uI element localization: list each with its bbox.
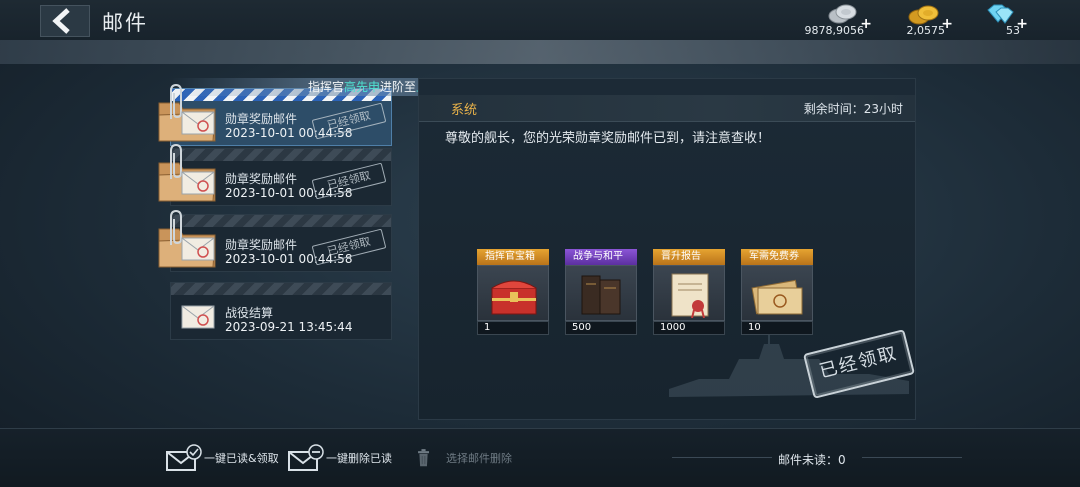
divider-left xyxy=(672,457,772,458)
notice-player-name: 高先申 xyxy=(344,80,381,94)
notice-middle: 进阶至 xyxy=(380,80,417,94)
reward-label: 战争与和平 xyxy=(565,249,637,265)
mail-date: 2023-09-21 13:45:44 xyxy=(225,320,353,334)
reward-quantity: 1 xyxy=(477,321,549,335)
back-arrow-icon xyxy=(52,8,70,34)
envelope-icon xyxy=(181,171,215,195)
mail-list-item[interactable]: 勋章奖励邮件 2023-10-01 00:44:58 已经领取 xyxy=(158,209,392,272)
diamond-value: 53 xyxy=(1006,24,1020,37)
detail-header: 系统 剩余时间：23小时 xyxy=(419,95,915,122)
books-icon xyxy=(581,275,621,315)
back-button[interactable] xyxy=(40,5,90,37)
reward-item[interactable]: 晋升报告 1000 xyxy=(653,249,725,335)
top-decor-strip xyxy=(0,40,1080,64)
mail-title: 战役结算 xyxy=(225,306,274,320)
envelope-minus-icon xyxy=(288,444,324,471)
sender-label: 系统 xyxy=(451,103,478,118)
reward-icon-box xyxy=(477,265,549,321)
mail-list-item[interactable]: 勋章奖励邮件 2023-10-01 00:44:58 已经领取 xyxy=(158,83,392,146)
reward-quantity: 10 xyxy=(741,321,813,335)
reward-icon-box xyxy=(741,265,813,321)
reward-label: 指挥官宝箱 xyxy=(477,249,549,265)
reward-icon-box xyxy=(653,265,725,321)
reward-label: 军需免费券 xyxy=(741,249,813,265)
mail-list-item[interactable]: 勋章奖励邮件 2023-10-01 00:44:58 已经领取 xyxy=(158,143,392,206)
reward-item[interactable]: 战争与和平 500 xyxy=(565,249,637,335)
mail-title: 勋章奖励邮件 xyxy=(225,112,298,126)
envelope-check-icon xyxy=(166,444,202,471)
select-delete-button[interactable]: 选择邮件删除 xyxy=(416,443,512,473)
mail-detail-panel: 系统 剩余时间：23小时 尊敬的舰长，您的光荣勋章奖励邮件已到，请注意查收！ 指… xyxy=(418,78,916,420)
mail-list-item[interactable]: 战役结算 2023-09-21 13:45:44 xyxy=(170,282,392,340)
reward-item[interactable]: 军需免费券 10 xyxy=(741,249,813,335)
silver-resource[interactable]: + 9878,9056 xyxy=(805,2,872,42)
silver-coins-icon xyxy=(828,4,857,24)
bottom-bar: 一键已读&领取 一键删除已读 选择邮件删除 邮件未读：0 xyxy=(0,428,1080,487)
trash-icon xyxy=(418,449,429,467)
reward-icon-box xyxy=(565,265,637,321)
reward-quantity: 500 xyxy=(565,321,637,335)
notice-prefix: 指挥官 xyxy=(308,80,345,94)
silver-value: 9878,9056 xyxy=(804,24,865,37)
reward-label: 晋升报告 xyxy=(653,249,725,265)
envelope-icon xyxy=(181,305,215,329)
gold-resource[interactable]: + 2,0575 xyxy=(893,2,953,42)
select-delete-label: 选择邮件删除 xyxy=(446,452,512,465)
mail-item-stripe xyxy=(171,283,391,295)
remaining-time: 剩余时间：23小时 xyxy=(803,102,903,116)
delete-read-label: 一键删除已读 xyxy=(326,452,392,465)
mail-title: 勋章奖励邮件 xyxy=(225,172,298,186)
mail-title: 勋章奖励邮件 xyxy=(225,238,298,252)
reward-item[interactable]: 指挥官宝箱 1 xyxy=(477,249,549,335)
gold-value: 2,0575 xyxy=(906,24,946,37)
delete-read-button[interactable]: 一键删除已读 xyxy=(288,443,392,473)
mail-body: 尊敬的舰长，您的光荣勋章奖励邮件已到，请注意查收！ xyxy=(445,131,771,146)
diamond-resource[interactable]: + 53 xyxy=(968,2,1028,42)
envelope-icon xyxy=(181,111,215,135)
certificate-icon xyxy=(671,273,709,318)
read-all-label: 一键已读&领取 xyxy=(204,452,279,465)
diamond-icon xyxy=(987,4,1014,24)
reward-quantity: 1000 xyxy=(653,321,725,335)
unread-count: 邮件未读：0 xyxy=(778,453,846,467)
divider-right xyxy=(862,457,962,458)
gold-coins-icon xyxy=(908,5,939,25)
voucher-icon xyxy=(751,279,803,315)
page-title: 邮件 xyxy=(102,11,148,35)
red-chest-icon xyxy=(491,280,537,315)
envelope-icon xyxy=(181,237,215,261)
read-all-claim-button[interactable]: 一键已读&领取 xyxy=(166,443,279,473)
